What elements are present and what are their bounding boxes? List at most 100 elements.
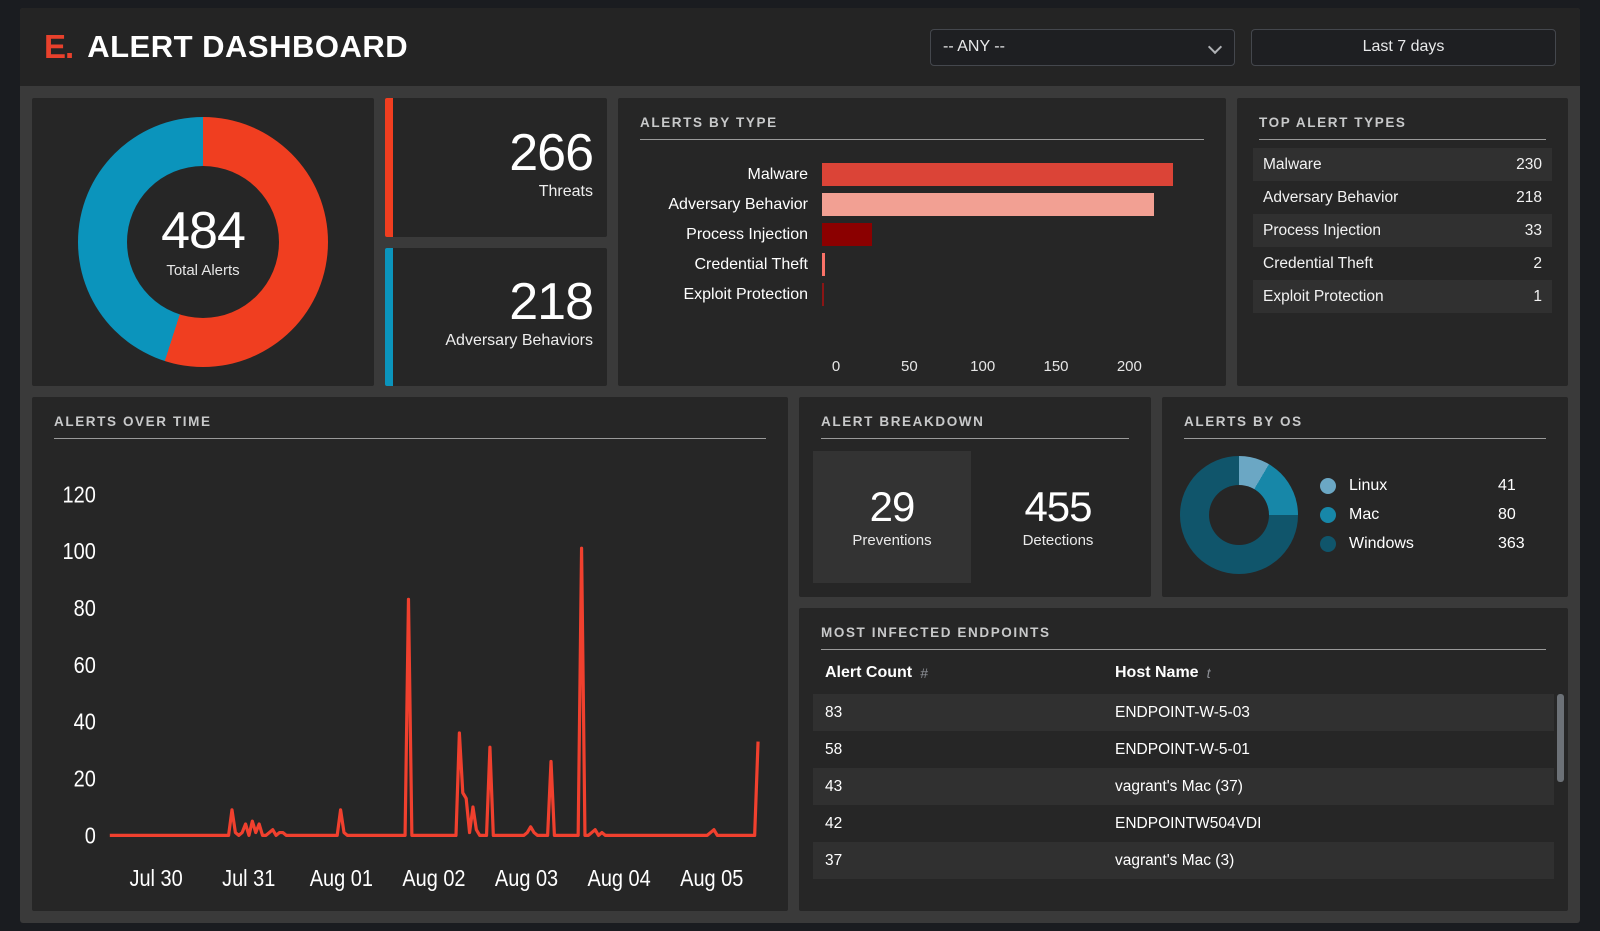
alert-breakdown-panel: ALERT BREAKDOWN 29 Preventions 455 Detec… bbox=[799, 397, 1151, 597]
alerts-by-os-title: ALERTS BY OS bbox=[1184, 397, 1546, 439]
table-row[interactable]: 83 ENDPOINT-W-5-03 bbox=[813, 694, 1554, 731]
alerts-by-os-body: Linux 41 Mac 80 Windows 363 bbox=[1162, 439, 1568, 597]
endpoints-scrollbar[interactable] bbox=[1557, 694, 1564, 844]
bar-rows: Malware Adversary Behavior Process Injecti… bbox=[626, 154, 1188, 352]
endpoint-host-name: ENDPOINT-W-5-01 bbox=[1115, 740, 1250, 758]
alerts-by-type-chart: Malware Adversary Behavior Process Injecti… bbox=[618, 140, 1226, 386]
alert-breakdown-title: ALERT BREAKDOWN bbox=[821, 397, 1129, 439]
kpi-threats-accent bbox=[385, 98, 393, 237]
kpi-adversary-label: Adversary Behaviors bbox=[445, 332, 593, 350]
alerts-over-time-chart: 0 20 40 60 80 100 120 Jul 30 Jul 31 Aug 01 Aug 02 A… bbox=[32, 439, 788, 911]
top-alert-type-value: 2 bbox=[1533, 254, 1542, 272]
bar-category-label: Credential Theft bbox=[694, 255, 808, 273]
kpi-adversary-behaviors[interactable]: 218 Adversary Behaviors bbox=[385, 247, 607, 387]
kpi-threats-label: Threats bbox=[538, 182, 593, 200]
top-alert-type-row[interactable]: Malware 230 bbox=[1253, 148, 1552, 181]
alert-filter-dropdown[interactable]: -- ANY -- bbox=[930, 28, 1235, 66]
endpoint-alert-count: 42 bbox=[825, 814, 843, 832]
bar-row: Process Injection bbox=[626, 220, 1188, 249]
os-legend-value: 80 bbox=[1498, 506, 1516, 523]
alerts-by-os-donut-hole bbox=[1209, 485, 1269, 545]
preventions-value: 29 bbox=[869, 482, 916, 530]
os-legend-item[interactable]: Windows 363 bbox=[1320, 535, 1550, 553]
most-infected-endpoints-panel: MOST INFECTED ENDPOINTS Alert Count # Ho… bbox=[799, 608, 1568, 911]
time-series-line bbox=[110, 548, 758, 835]
right-column: ALERT BREAKDOWN 29 Preventions 455 Detec… bbox=[799, 397, 1568, 911]
bar-fill[interactable] bbox=[822, 163, 1173, 186]
kpi-adversary-body: 218 Adversary Behaviors bbox=[393, 248, 607, 387]
os-legend-label: Mac bbox=[1349, 506, 1380, 523]
detections-cell[interactable]: 455 Detections bbox=[979, 451, 1137, 583]
os-legend-item[interactable]: Mac 80 bbox=[1320, 506, 1550, 524]
kpi-threats[interactable]: 266 Threats bbox=[385, 98, 607, 237]
kpi-threats-body: 266 Threats bbox=[393, 98, 607, 237]
time-y-tick: 100 bbox=[63, 538, 96, 565]
top-row: 484 Total Alerts 266 Threats 218 Adversa… bbox=[32, 98, 1568, 386]
endpoint-alert-count: 58 bbox=[825, 740, 843, 758]
endpoint-host-name: ENDPOINT-W-5-03 bbox=[1115, 703, 1250, 721]
bar-fill[interactable] bbox=[822, 193, 1155, 216]
bar-row: Exploit Protection bbox=[626, 280, 1188, 309]
top-alert-type-row[interactable]: Credential Theft 2 bbox=[1253, 247, 1552, 280]
top-alert-type-row[interactable]: Exploit Protection 1 bbox=[1253, 280, 1552, 313]
column-host-name[interactable]: Host Name t bbox=[1115, 664, 1542, 682]
endpoints-scroll-thumb[interactable] bbox=[1557, 694, 1564, 782]
bar-fill[interactable] bbox=[822, 283, 824, 306]
bar-axis-tick: 150 bbox=[1043, 358, 1069, 375]
time-x-tick: Jul 30 bbox=[129, 865, 182, 892]
kpi-threats-value: 266 bbox=[509, 123, 594, 182]
endpoint-alert-count: 37 bbox=[825, 851, 843, 869]
table-row[interactable]: 58 ENDPOINT-W-5-01 bbox=[813, 731, 1554, 768]
top-alert-types-panel: TOP ALERT TYPES Malware 230 Adversary Beha… bbox=[1237, 98, 1568, 386]
alerts-over-time-title: ALERTS OVER TIME bbox=[54, 397, 766, 439]
brand-logo: E. bbox=[44, 28, 74, 65]
alerts-by-os-legend: Linux 41 Mac 80 Windows 363 bbox=[1320, 477, 1550, 553]
top-alert-type-row[interactable]: Process Injection 33 bbox=[1253, 214, 1552, 247]
endpoints-rows: 83 ENDPOINT-W-5-03 58 ENDPOINT-W-5-01 43 vagr… bbox=[813, 694, 1554, 879]
top-alert-type-name: Process Injection bbox=[1263, 221, 1382, 239]
detections-value: 455 bbox=[1024, 482, 1092, 530]
bottom-row: ALERTS OVER TIME 0 20 40 60 80 100 120 Jul 30 Ju… bbox=[32, 397, 1568, 911]
alerts-by-type-title: ALERTS BY TYPE bbox=[640, 98, 1204, 140]
kpi-adversary-accent bbox=[385, 247, 393, 386]
table-row[interactable]: 42 ENDPOINTW504VDI bbox=[813, 805, 1554, 842]
table-row[interactable]: 37 vagrant's Mac (3) bbox=[813, 842, 1554, 879]
bar-track bbox=[822, 250, 1188, 279]
total-alerts-label: Total Alerts bbox=[166, 262, 240, 279]
os-legend-item[interactable]: Linux 41 bbox=[1320, 477, 1550, 495]
bar-track bbox=[822, 190, 1188, 219]
bar-category-label: Exploit Protection bbox=[683, 285, 808, 303]
preventions-label: Preventions bbox=[852, 531, 932, 549]
bar-fill[interactable] bbox=[822, 223, 873, 246]
column-alert-count[interactable]: Alert Count # bbox=[825, 664, 1115, 682]
column-alert-count-label: Alert Count bbox=[825, 664, 913, 681]
bar-track bbox=[822, 160, 1188, 189]
total-alerts-value: 484 bbox=[161, 202, 246, 260]
dashboard-body: 484 Total Alerts 266 Threats 218 Adversa… bbox=[20, 86, 1580, 923]
bar-row: Credential Theft bbox=[626, 250, 1188, 279]
top-alert-type-row[interactable]: Adversary Behavior 218 bbox=[1253, 181, 1552, 214]
time-y-tick: 120 bbox=[63, 481, 96, 508]
time-range-selector[interactable]: Last 7 days bbox=[1251, 28, 1556, 66]
page-title: ALERT DASHBOARD bbox=[87, 29, 409, 64]
top-alert-type-name: Credential Theft bbox=[1263, 254, 1373, 272]
total-alerts-donut: 484 Total Alerts bbox=[78, 117, 328, 367]
top-alert-type-value: 1 bbox=[1533, 287, 1542, 305]
alert-breakdown-body: 29 Preventions 455 Detections bbox=[799, 439, 1151, 597]
time-range-value: Last 7 days bbox=[1362, 38, 1445, 55]
endpoint-host-name: vagrant's Mac (3) bbox=[1115, 851, 1235, 869]
endpoints-table-header: Alert Count # Host Name t bbox=[813, 658, 1554, 694]
table-row[interactable]: 43 vagrant's Mac (37) bbox=[813, 768, 1554, 805]
endpoint-host-name: vagrant's Mac (37) bbox=[1115, 777, 1243, 795]
app-header: E. ALERT DASHBOARD -- ANY -- Last 7 days bbox=[20, 8, 1580, 86]
bar-fill[interactable] bbox=[822, 253, 826, 276]
top-alert-type-name: Adversary Behavior bbox=[1263, 188, 1399, 206]
time-y-tick: 20 bbox=[74, 765, 96, 792]
os-legend-value: 41 bbox=[1498, 477, 1516, 494]
detections-label: Detections bbox=[1022, 531, 1094, 549]
top-alert-types-list: Malware 230 Adversary Behavior 218 Process I… bbox=[1237, 140, 1568, 313]
bar-category-label: Malware bbox=[747, 165, 808, 183]
time-x-tick: Aug 04 bbox=[588, 865, 651, 892]
preventions-cell[interactable]: 29 Preventions bbox=[813, 451, 971, 583]
bar-track bbox=[822, 220, 1188, 249]
